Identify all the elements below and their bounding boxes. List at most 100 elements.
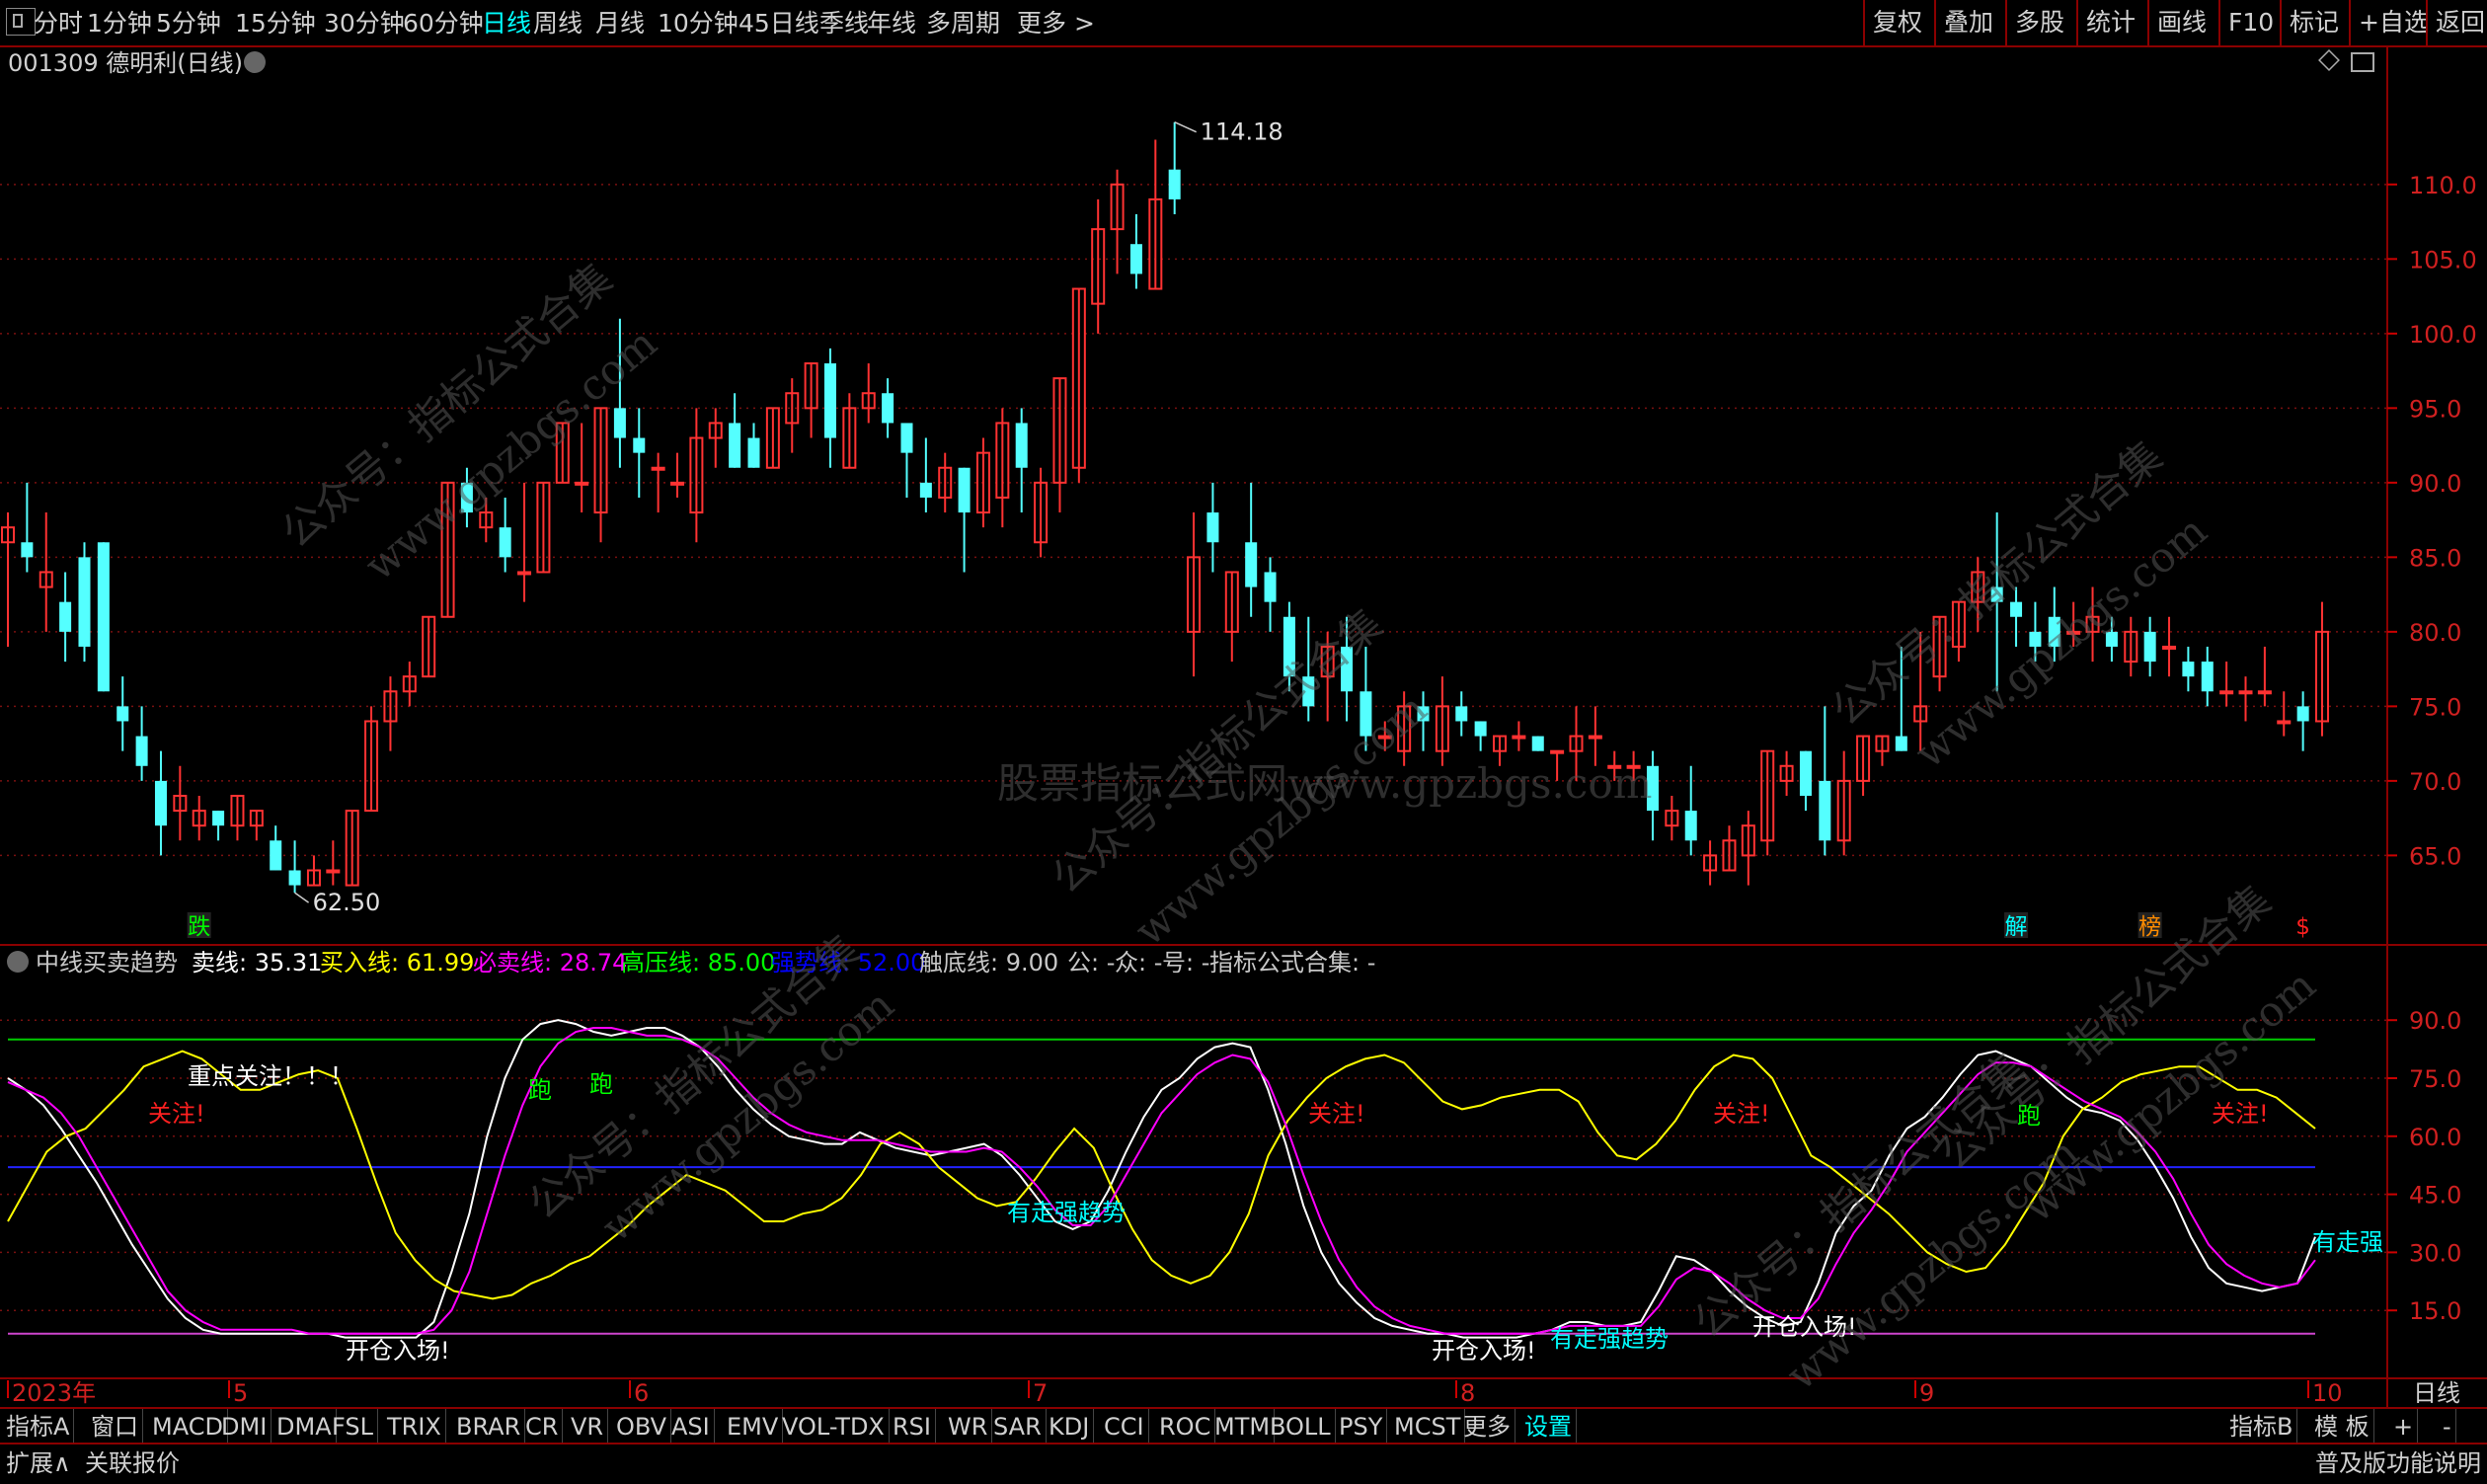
toolbar-button-2[interactable]: 多股: [2005, 0, 2076, 45]
indicator-tick-label: 45.0: [2409, 1182, 2461, 1210]
indicator-tick-label: 60.0: [2409, 1124, 2461, 1151]
indicator-annotation: 关注!: [148, 1100, 205, 1128]
period-tab-12[interactable]: 年线: [867, 4, 916, 39]
indicator-legend-item: 买入线: 61.99: [320, 949, 474, 976]
indicator-tab-12[interactable]: EMV: [723, 1409, 784, 1445]
indicator-tab-15[interactable]: WR: [944, 1409, 993, 1445]
toolbar-button-3[interactable]: 统计: [2076, 0, 2147, 45]
period-tab-8[interactable]: 月线: [595, 4, 645, 39]
period-tab-5[interactable]: 60分钟: [403, 4, 484, 39]
indicator-tab-22[interactable]: PSY: [1335, 1409, 1388, 1445]
candle-body: [2143, 631, 2156, 663]
candle-body: [21, 542, 34, 558]
price-tick-label: 80.0: [2409, 619, 2461, 647]
period-tab-14[interactable]: 更多 >: [1017, 4, 1095, 39]
indicator-tick-label: 90.0: [2409, 1007, 2461, 1035]
price-tick-label: 100.0: [2409, 321, 2477, 349]
candle-body: [1455, 706, 1468, 722]
indicator-legend-item: 卖线: 35.31: [192, 949, 322, 976]
candle-body: [2296, 706, 2309, 722]
indicator-tab-7[interactable]: BRAR: [452, 1409, 526, 1445]
indicator-tab-3[interactable]: DMI: [217, 1409, 272, 1445]
candle-body: [97, 542, 110, 692]
candle-body: [460, 482, 473, 513]
indicator-tab-0[interactable]: 指标A: [2, 1409, 75, 1445]
candle-body: [2162, 645, 2177, 650]
candle-body: [1550, 749, 1565, 754]
toolbar-button-1[interactable]: 叠加: [1934, 0, 2005, 45]
price-tick-label: 90.0: [2409, 470, 2461, 498]
period-tab-13[interactable]: 多周期: [926, 4, 1000, 39]
period-tab-9[interactable]: 10分钟: [658, 4, 738, 39]
period-tab-2[interactable]: 5分钟: [156, 4, 221, 39]
price-tick-label: 95.0: [2409, 395, 2461, 423]
status-bar: 扩展∧ 关联报价 普及版功能说明: [0, 1443, 2487, 1484]
candle-body: [1646, 765, 1659, 812]
period-tab-7[interactable]: 周线: [533, 4, 583, 39]
period-tab-4[interactable]: 30分钟: [324, 4, 405, 39]
candle-body: [499, 527, 511, 558]
candle-body: [1417, 706, 1430, 722]
candle-body: [919, 482, 932, 498]
indicator-tab-5[interactable]: FSL: [328, 1409, 378, 1445]
candle-body: [1895, 736, 1907, 751]
indicator-tab-24[interactable]: 更多: [1459, 1409, 1516, 1445]
indicator-tab-4[interactable]: DMA: [272, 1409, 337, 1445]
indicator-tick-label: 15.0: [2409, 1297, 2461, 1325]
window-menu-icon[interactable]: [6, 8, 36, 36]
version-info-link[interactable]: 普及版功能说明: [2315, 1445, 2481, 1482]
indicator-tab-17[interactable]: KDJ: [1045, 1409, 1095, 1445]
indicator-tab-25[interactable]: 设置: [1520, 1409, 1577, 1445]
period-tab-1[interactable]: 1分钟: [87, 4, 152, 39]
indicator-tab-2[interactable]: MACD: [148, 1409, 228, 1445]
indicator-tab-21[interactable]: BOLL: [1266, 1409, 1336, 1445]
period-tab-6[interactable]: 日线: [482, 4, 531, 39]
high-price-label: 114.18: [1201, 118, 1283, 146]
indicator-tab-13[interactable]: VOL-TDX: [778, 1409, 890, 1445]
candle-body: [326, 869, 341, 874]
indicator-tab-23[interactable]: MCST: [1390, 1409, 1466, 1445]
indicator-annotation: 重点关注！！！: [188, 1062, 353, 1090]
indicator-legend-item: 高压线: 85.00: [621, 949, 775, 976]
toolbar-button-6[interactable]: 标记: [2280, 0, 2349, 45]
indicator-tab-19[interactable]: ROC: [1155, 1409, 1216, 1445]
indicator-tab-18[interactable]: CCI: [1100, 1409, 1149, 1445]
candle-body: [135, 736, 148, 766]
candle-body: [1512, 735, 1526, 740]
period-tab-10[interactable]: 45日线: [738, 4, 819, 39]
stock-chart[interactable]: 001309 德明利(日线)65.070.075.080.085.090.095…: [0, 45, 2487, 1407]
candle-body: [2010, 601, 2023, 617]
expand-button[interactable]: 扩展∧: [6, 1445, 71, 1482]
candle-body: [882, 393, 894, 424]
indicator-right-button-0[interactable]: 指标B: [2225, 1409, 2298, 1445]
indicator-tab-14[interactable]: RSI: [889, 1409, 936, 1445]
toolbar-button-0[interactable]: 复权: [1863, 0, 1934, 45]
indicator-annotation: 跑: [589, 1070, 613, 1098]
period-tab-3[interactable]: 15分钟: [235, 4, 316, 39]
toolbar-button-4[interactable]: 画线: [2147, 0, 2218, 45]
toolbar-button-5[interactable]: F10: [2218, 0, 2280, 45]
indicator-tab-10[interactable]: OBV: [612, 1409, 672, 1445]
indicator-right-button-2[interactable]: +: [2389, 1409, 2419, 1445]
linked-quote-button[interactable]: 关联报价: [85, 1445, 180, 1482]
indicator-right-button-3[interactable]: -: [2439, 1409, 2456, 1445]
indicator-tab-16[interactable]: SAR: [989, 1409, 1047, 1445]
toolbar-button-7[interactable]: +自选: [2349, 0, 2429, 45]
event-marker: 解: [2005, 914, 2028, 940]
period-tab-11[interactable]: 季线: [819, 4, 869, 39]
candle-body: [1588, 735, 1602, 740]
toolbar-button-8[interactable]: 返回: [2426, 0, 2487, 45]
indicator-annotation: 开仓入场!: [346, 1337, 450, 1365]
candle-body: [2257, 690, 2272, 695]
indicator-tab-11[interactable]: ASI: [667, 1409, 715, 1445]
candle-body: [613, 408, 626, 438]
indicator-tab-9[interactable]: VR: [567, 1409, 609, 1445]
indicator-annotation: 关注!: [1713, 1100, 1770, 1128]
indicator-tab-6[interactable]: TRIX: [383, 1409, 446, 1445]
indicator-right-button-1[interactable]: 模 板: [2310, 1409, 2374, 1445]
period-tab-0[interactable]: 分时: [34, 4, 83, 39]
price-tick-label: 105.0: [2409, 246, 2477, 273]
indicator-tab-8[interactable]: CR: [521, 1409, 564, 1445]
indicator-tab-1[interactable]: 窗口: [87, 1409, 143, 1445]
candle-body: [1264, 572, 1277, 602]
